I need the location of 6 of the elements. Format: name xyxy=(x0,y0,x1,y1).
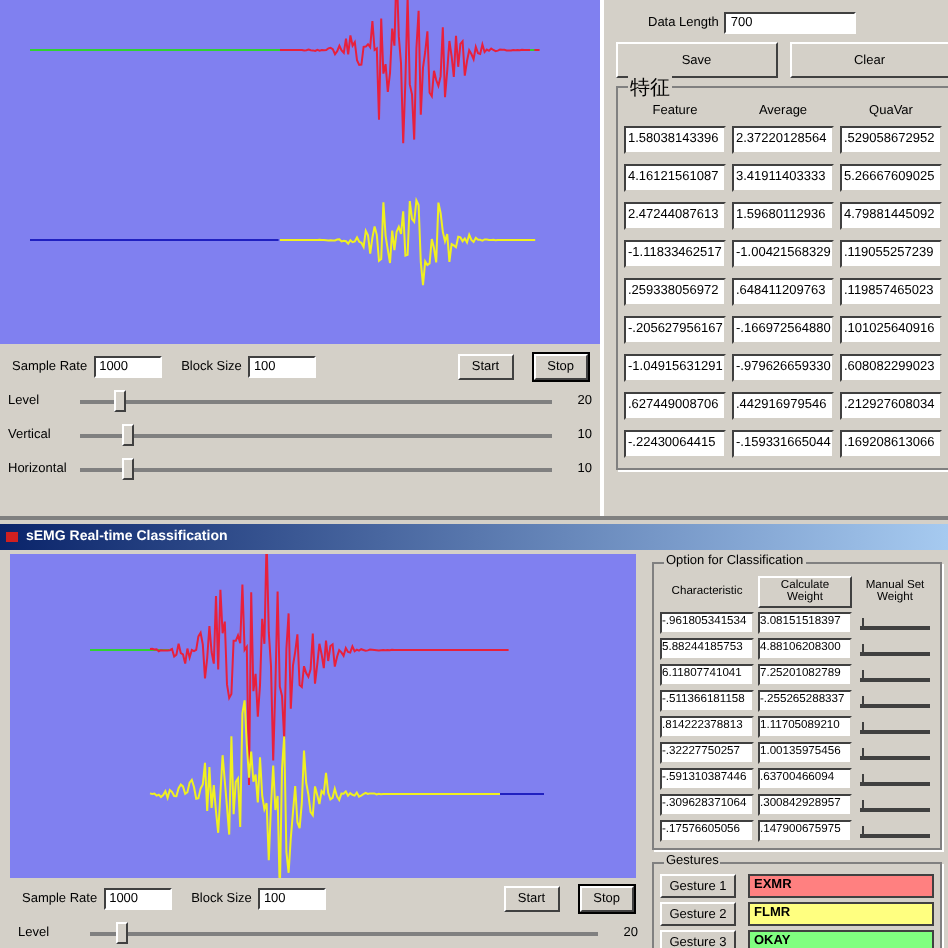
slider-thumb[interactable] xyxy=(122,424,135,446)
app-icon xyxy=(6,532,18,542)
group-title: 特征 xyxy=(628,74,672,102)
slider-thumb[interactable] xyxy=(113,390,126,412)
slider-thumb[interactable] xyxy=(122,458,135,480)
slider-thumb[interactable] xyxy=(115,922,128,944)
